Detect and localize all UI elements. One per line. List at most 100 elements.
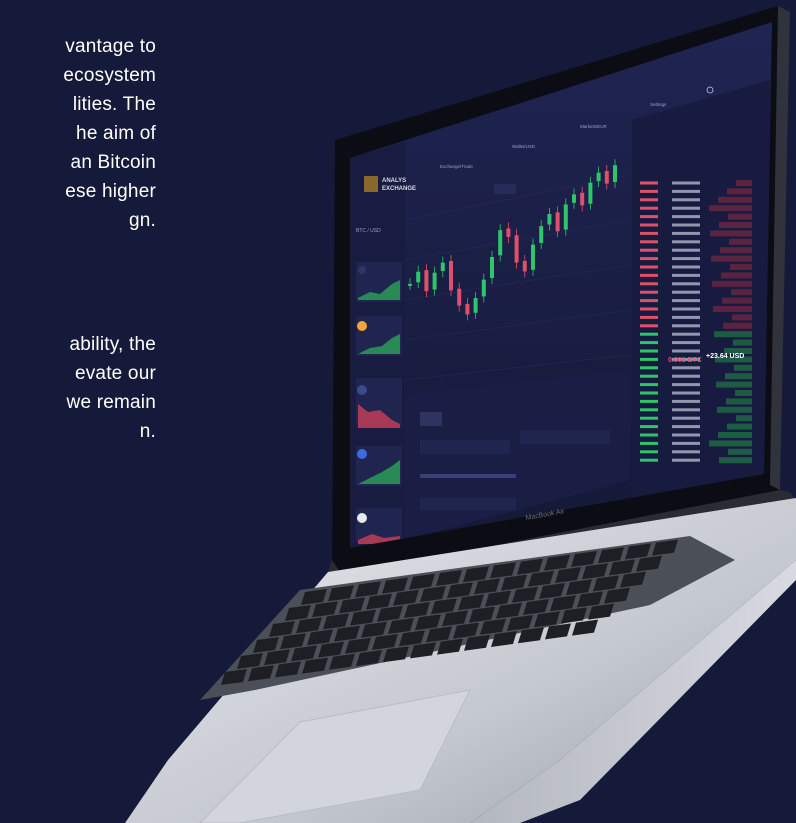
candle (424, 270, 429, 292)
order-book-size (640, 231, 658, 235)
order-book-size (640, 181, 658, 185)
order-book-depth-bar (714, 331, 752, 338)
order-book-size (640, 299, 658, 303)
order-book-price (672, 458, 700, 462)
order-book-size (640, 433, 658, 437)
order-book-size (640, 315, 658, 319)
order-book-price (672, 341, 700, 345)
candle (572, 194, 576, 203)
logo-icon (364, 176, 378, 192)
candle (580, 192, 585, 206)
candle (490, 257, 494, 278)
candle (604, 171, 609, 184)
order-book-size (640, 273, 658, 277)
order-book-price (672, 273, 700, 277)
order-tab[interactable] (420, 412, 442, 426)
nav-item[interactable]: Exchange/Trade (440, 164, 473, 169)
candle (457, 288, 462, 306)
amount-input[interactable] (520, 430, 610, 444)
nav-item[interactable]: Markets/EUR (580, 124, 608, 129)
order-book-depth-bar (725, 373, 752, 380)
order-book-depth-bar (718, 432, 752, 438)
order-book-price (672, 408, 700, 412)
order-book-size (640, 332, 658, 336)
order-book-price (672, 399, 700, 403)
order-book-depth-bar (713, 306, 752, 312)
order-book-size (640, 198, 658, 202)
order-book-depth-bar (721, 272, 752, 279)
order-book-depth-bar (717, 406, 752, 413)
candle (440, 262, 445, 272)
order-book-price (672, 366, 700, 370)
coin-card[interactable] (356, 446, 402, 486)
candle (465, 303, 470, 315)
order-book-depth-bar (718, 196, 752, 203)
order-book-size (640, 357, 658, 361)
order-book-size (640, 399, 658, 403)
order-book-depth-bar (719, 222, 752, 228)
order-book-depth-bar (733, 339, 752, 346)
coin-card[interactable] (356, 508, 402, 544)
order-book-price (672, 374, 700, 378)
order-book-size (640, 366, 658, 370)
laptop-illustration: ANALYS EXCHANGE BTC / USD Exchange/Trade… (0, 0, 796, 823)
order-book-price (672, 425, 700, 429)
order-book-price (672, 181, 700, 185)
order-book-size (640, 189, 658, 193)
order-book-price (672, 433, 700, 437)
order-book-price (672, 223, 700, 227)
order-book-size (640, 215, 658, 219)
order-book-price (672, 450, 700, 454)
order-book-depth-bar (728, 213, 752, 220)
order-book-size (640, 383, 658, 387)
order-book-price (672, 189, 700, 193)
candle (563, 204, 568, 230)
order-book-size (640, 290, 658, 294)
coin-card[interactable] (356, 378, 402, 428)
order-book-depth-bar (735, 390, 752, 396)
nav-item[interactable]: Settings (650, 102, 667, 107)
order-book-size (640, 307, 658, 311)
coin-card[interactable] (356, 262, 402, 302)
order-book-price (672, 383, 700, 387)
order-book-price (672, 324, 700, 328)
candle (498, 230, 503, 256)
order-book-size (640, 248, 658, 252)
order-book-price (672, 299, 700, 303)
candle (473, 298, 478, 313)
order-book-price (672, 290, 700, 294)
order-book-depth-bar (709, 440, 752, 447)
buy-button[interactable] (420, 498, 516, 510)
order-book-depth-bar (712, 280, 752, 287)
order-book-price (672, 307, 700, 311)
coin-card[interactable] (356, 316, 402, 356)
order-book-depth-bar (736, 415, 752, 422)
logo-text-2: EXCHANGE (382, 186, 416, 192)
nav-item[interactable]: Wallet/USD (512, 144, 536, 149)
candle (408, 283, 412, 286)
order-book-depth-bar (726, 398, 752, 405)
chart-timeframe-button[interactable] (494, 184, 516, 194)
order-book-size (640, 450, 658, 454)
order-book-size (640, 349, 658, 353)
order-book-size (640, 282, 658, 286)
order-book-depth-bar (716, 381, 752, 388)
candle (481, 279, 486, 297)
order-book-size (640, 324, 658, 328)
candle (432, 272, 437, 290)
order-book-price (672, 416, 700, 420)
pair-label: BTC / USD (356, 228, 381, 234)
price-input[interactable] (420, 440, 510, 454)
order-book-depth-bar (727, 423, 752, 430)
order-book-depth-bar (710, 230, 752, 237)
order-book-size (640, 223, 658, 227)
order-book-size (640, 441, 658, 445)
order-book-depth-bar (730, 264, 752, 270)
candle (522, 260, 527, 272)
order-book-size (640, 206, 658, 210)
order-book-price (672, 282, 700, 286)
order-book-price (672, 257, 700, 261)
order-book-depth-bar (722, 297, 752, 304)
candle (596, 172, 601, 182)
order-book-depth-bar (731, 289, 752, 296)
